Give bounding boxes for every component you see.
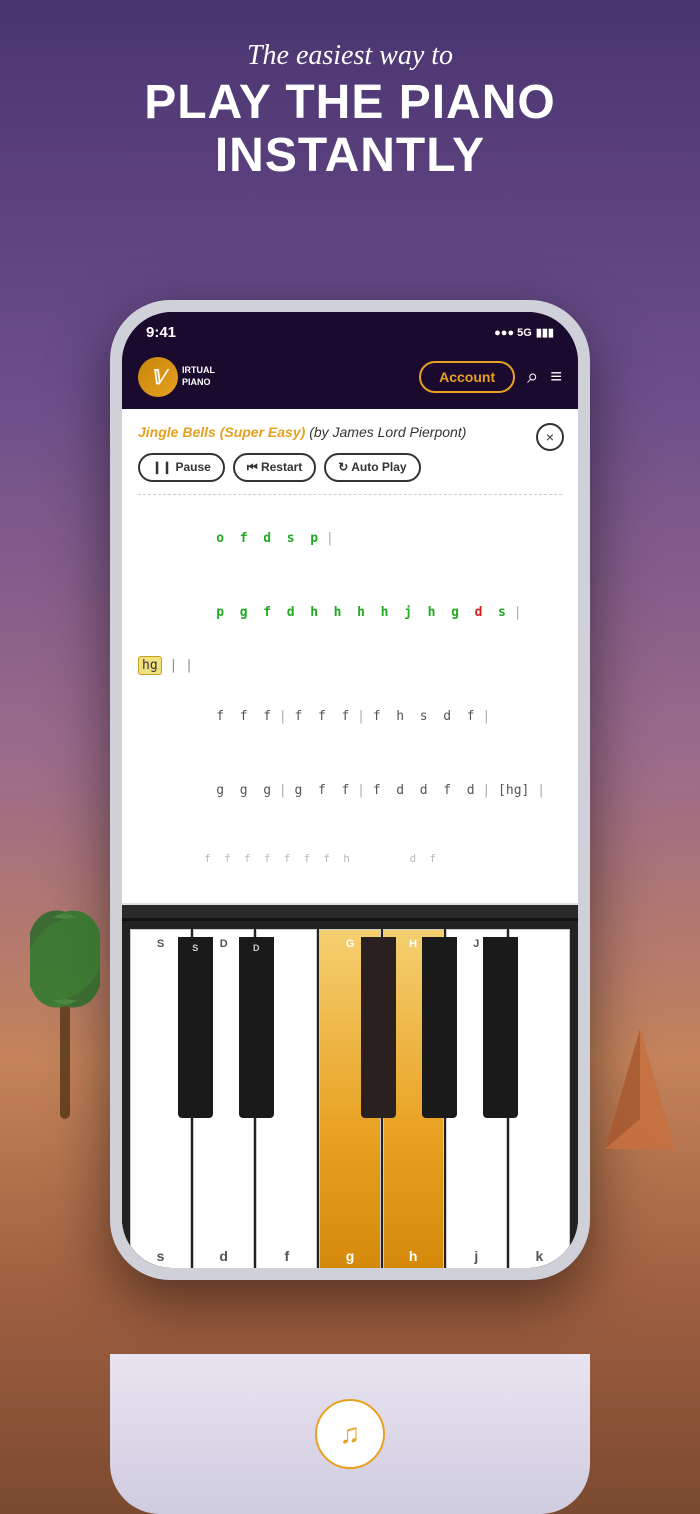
- black-key-df[interactable]: D: [239, 937, 274, 1118]
- close-button[interactable]: ×: [536, 423, 564, 451]
- key-label-top-g: G: [346, 938, 355, 950]
- header-subtitle: The easiest way to: [40, 40, 660, 72]
- key-label-bottom-k: k: [536, 1248, 544, 1264]
- highlighted-note: hg: [138, 656, 162, 675]
- signal-icon: ●●● 5G: [494, 327, 532, 339]
- song-title-main: Jingle Bells (Super Easy): [138, 424, 305, 440]
- piano-area: S s D d f: [122, 905, 578, 1268]
- app-logo: 𝕍 IRTUALPIANO: [138, 357, 215, 397]
- black-key-label-df: D: [253, 943, 260, 953]
- app-navbar: 𝕍 IRTUALPIANO Account ⌕ ≡: [122, 349, 578, 409]
- piano-top-bar: [122, 905, 578, 921]
- header-title: PLAY THE PIANO INSTANTLY: [40, 77, 660, 183]
- key-label-top-j: J: [473, 938, 479, 950]
- status-bar: 9:41 ●●● 5G ▮▮▮: [122, 312, 578, 349]
- sheet-row-2: p g f d h h h h j h g d s |: [138, 577, 562, 651]
- black-key-sd[interactable]: S: [178, 937, 213, 1118]
- search-icon[interactable]: ⌕: [527, 366, 538, 389]
- header-section: The easiest way to PLAY THE PIANO INSTAN…: [0, 40, 700, 183]
- sheet-row-3: hg | |: [138, 654, 562, 677]
- battery-icon: ▮▮▮: [536, 326, 554, 339]
- black-key-hj[interactable]: [422, 937, 457, 1118]
- piano-keyboard[interactable]: S s D d f: [122, 921, 578, 1268]
- restart-button[interactable]: ⏮ Restart: [233, 453, 316, 482]
- black-key-label-sd: S: [192, 943, 198, 953]
- key-label-top-d: D: [220, 938, 228, 950]
- phone-screen: 9:41 ●●● 5G ▮▮▮ 𝕍 IRTUALPIANO Account ⌕ …: [122, 312, 578, 1268]
- music-note-button[interactable]: ♫: [315, 1399, 385, 1469]
- palm-tree-left: [30, 899, 100, 1124]
- song-author: (by James Lord Pierpont): [309, 424, 466, 440]
- nav-right: Account ⌕ ≡: [419, 361, 562, 393]
- music-note-icon: ♫: [340, 1418, 361, 1450]
- autoplay-button[interactable]: ↻ Auto Play: [324, 453, 420, 482]
- header-title-line1: PLAY THE PIANO: [144, 76, 555, 129]
- pyramid-right: [605, 1029, 675, 1154]
- logo-text: IRTUALPIANO: [182, 365, 215, 388]
- key-label-bottom-g: g: [346, 1248, 355, 1264]
- account-button[interactable]: Account: [419, 361, 515, 393]
- sheet-row-4: f f f | f f f | f h s d f |: [138, 680, 562, 754]
- menu-icon[interactable]: ≡: [550, 366, 562, 389]
- key-label-bottom-j: j: [474, 1248, 478, 1264]
- pause-button[interactable]: ❙❙ Pause: [138, 453, 225, 482]
- key-label-bottom-h: h: [409, 1248, 418, 1264]
- bottom-section: ♫: [110, 1354, 590, 1514]
- sheet-music: o f d s p | p g f d h h h h j h g d s | …: [138, 494, 562, 891]
- song-area: Jingle Bells (Super Easy) (by James Lord…: [122, 409, 578, 905]
- logo-icon: 𝕍: [138, 357, 178, 397]
- sheet-row-6: f f f f f f f h d f: [138, 828, 562, 891]
- black-key-jk[interactable]: [483, 937, 518, 1118]
- key-label-bottom-d: d: [219, 1248, 228, 1264]
- white-key-k[interactable]: k: [509, 929, 570, 1268]
- song-title: Jingle Bells (Super Easy) (by James Lord…: [138, 423, 562, 443]
- status-icons: ●●● 5G ▮▮▮: [494, 326, 554, 339]
- key-label-top-h: H: [409, 938, 417, 950]
- status-time: 9:41: [146, 324, 176, 341]
- key-label-bottom-s: s: [157, 1248, 165, 1264]
- playback-controls: ❙❙ Pause ⏮ Restart ↻ Auto Play: [138, 453, 562, 482]
- sheet-row-1: o f d s p |: [138, 503, 562, 577]
- sheet-row-5: g g g | g f f | f d d f d | [hg] |: [138, 754, 562, 828]
- key-label-top-s: S: [157, 938, 164, 950]
- key-label-bottom-f: f: [285, 1248, 290, 1264]
- header-title-line2: INSTANTLY: [215, 129, 485, 182]
- phone-mockup: 9:41 ●●● 5G ▮▮▮ 𝕍 IRTUALPIANO Account ⌕ …: [110, 300, 590, 1280]
- black-key-gh[interactable]: [361, 937, 396, 1118]
